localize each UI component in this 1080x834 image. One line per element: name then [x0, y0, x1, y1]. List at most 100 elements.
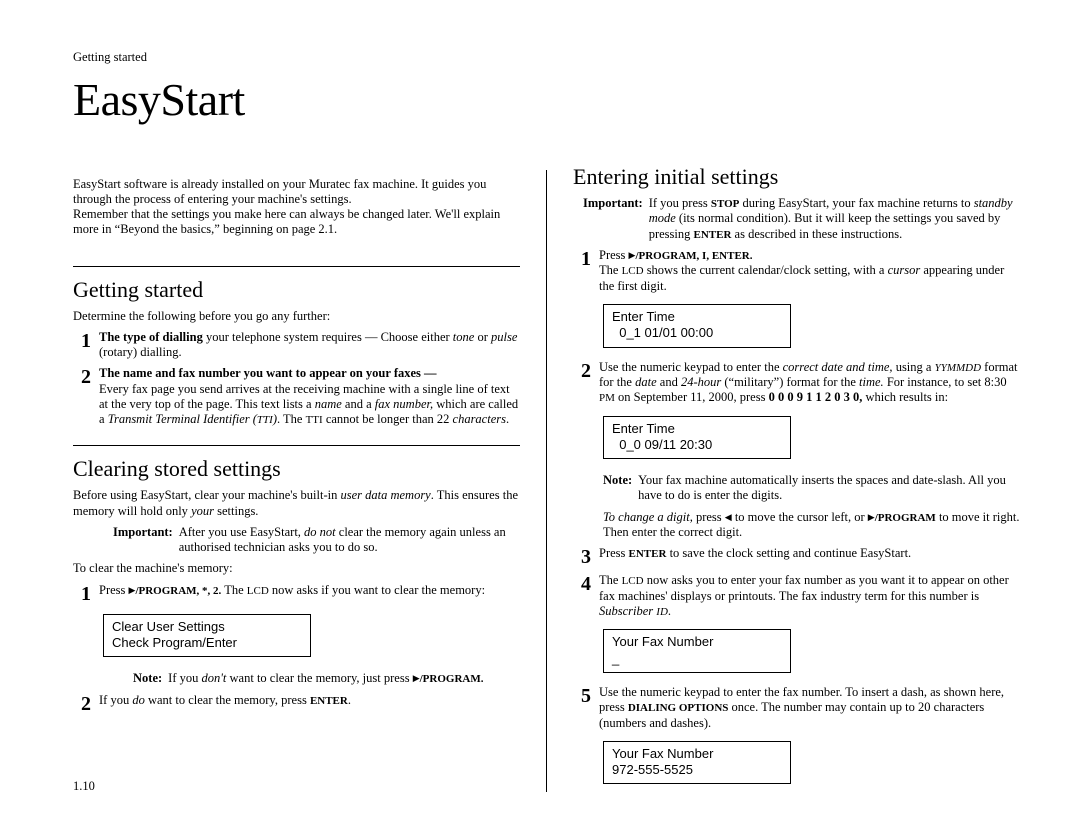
- list-item: 1 Press ▶/PROGRAM, *, 2. The LCD now ask…: [73, 583, 520, 604]
- step-body: Press ▶/PROGRAM, I, ENTER. The LCD shows…: [599, 248, 1020, 294]
- list: 1 Press ▶/PROGRAM, I, ENTER. The LCD sho…: [573, 248, 1020, 294]
- text: on September 11, 2000, press: [615, 390, 769, 404]
- left-column: EasyStart software is already installed …: [73, 164, 520, 792]
- text: If you: [168, 671, 201, 685]
- text: cannot be longer than 22: [323, 412, 453, 426]
- column-divider: [546, 170, 547, 792]
- text: as described in these instructions.: [731, 227, 902, 241]
- step-body: Use the numeric keypad to enter the fax …: [599, 685, 1020, 731]
- text: to save the clock setting and continue E…: [666, 546, 911, 560]
- text: during EasyStart, your fax machine retur…: [739, 196, 973, 210]
- keys: /PROGRAM, *, 2.: [135, 585, 221, 597]
- smallcaps: LCD: [622, 265, 644, 277]
- label: Important:: [583, 196, 643, 242]
- lead: Before using EasyStart, clear your machi…: [73, 488, 520, 519]
- label: Note:: [603, 473, 632, 504]
- italic: name: [315, 397, 342, 411]
- list: 2 If you do want to clear the memory, pr…: [73, 693, 520, 714]
- note: Note: Your fax machine automatically ins…: [603, 473, 1020, 504]
- text: . The: [277, 412, 306, 426]
- bold: The type of dialling: [99, 330, 203, 344]
- italic: 24-hour: [681, 375, 721, 389]
- text: If you: [99, 693, 132, 707]
- italic: fax number,: [375, 397, 433, 411]
- intro-b: Remember that the settings you make here…: [73, 207, 500, 236]
- italic: characters: [453, 412, 506, 426]
- note-body: After you use EasyStart, do not clear th…: [179, 525, 520, 556]
- section-entering: Entering initial settings: [573, 164, 1020, 190]
- smallcaps: LCD: [247, 585, 269, 597]
- text: Press: [599, 546, 629, 560]
- text: .: [506, 412, 509, 426]
- text: The: [599, 573, 622, 587]
- step-body: The LCD now asks you to enter your fax n…: [599, 573, 1020, 619]
- step-body: Press ENTER to save the clock setting an…: [599, 546, 1020, 561]
- lcd-display: Your Fax Number _: [603, 629, 791, 673]
- step-number: 5: [573, 685, 591, 706]
- play-icon: ▶: [413, 673, 420, 683]
- text: which results in:: [862, 390, 948, 404]
- text: Press: [599, 248, 629, 262]
- step-number: 1: [73, 330, 91, 351]
- italic: do not: [304, 525, 336, 539]
- text: Use the numeric keypad to enter the: [599, 360, 783, 374]
- italic: correct date and time,: [783, 360, 893, 374]
- note-body: If you don't want to clear the memory, j…: [168, 671, 483, 686]
- important-note: Important: If you press STOP during Easy…: [583, 196, 1020, 242]
- keys: /PROGRAM: [875, 512, 936, 524]
- smallcaps: ID: [656, 606, 668, 618]
- italic: do: [132, 693, 145, 707]
- list: 1 Press ▶/PROGRAM, *, 2. The LCD now ask…: [73, 583, 520, 604]
- bold: 0 0 0 9 1 1 2 0 3 0,: [769, 390, 863, 404]
- section-getting-started: Getting started: [73, 277, 520, 303]
- important-note: Important: After you use EasyStart, do n…: [113, 525, 520, 556]
- text: and a: [342, 397, 375, 411]
- section-clearing: Clearing stored settings: [73, 456, 520, 482]
- text: For instance, to set 8:30: [884, 375, 1007, 389]
- italic: Subscriber: [599, 604, 656, 618]
- step-body: The type of dialling your telephone syst…: [99, 330, 520, 361]
- text: want to clear the memory, just press: [226, 671, 412, 685]
- text: press: [693, 510, 725, 524]
- list-item: 2 The name and fax number you want to ap…: [73, 366, 520, 427]
- text: If you press: [649, 196, 711, 210]
- text: .: [668, 604, 671, 618]
- rule: [73, 445, 520, 446]
- lcd-display: Clear User Settings Check Program/Enter: [103, 614, 311, 658]
- keys: ENTER: [694, 229, 732, 241]
- list-item: 1 The type of dialling your telephone sy…: [73, 330, 520, 361]
- intro-paragraph: EasyStart software is already installed …: [73, 177, 520, 238]
- italic: your: [191, 504, 214, 518]
- step-body: The name and fax number you want to appe…: [99, 366, 520, 427]
- rule: [73, 266, 520, 267]
- text: (rotary) dialling.: [99, 345, 182, 359]
- keys: /PROGRAM, I, ENTER.: [635, 250, 752, 262]
- text: now asks you to enter your fax number as…: [599, 573, 1009, 602]
- italic: user data memory: [340, 488, 430, 502]
- lead: Determine the following before you go an…: [73, 309, 520, 324]
- italic: don't: [201, 671, 226, 685]
- text: To clear the machine's memory:: [73, 561, 520, 576]
- page-number: 1.10: [73, 779, 95, 794]
- smallcaps: TTI: [306, 414, 323, 426]
- italic: tone: [453, 330, 475, 344]
- smallcaps: LCD: [622, 575, 644, 587]
- text: shows the current calendar/clock setting…: [644, 263, 888, 277]
- step-body: Use the numeric keypad to enter the corr…: [599, 360, 1020, 406]
- step-number: 2: [73, 693, 91, 714]
- lcd-display: Enter Time 0_1 01/01 00:00: [603, 304, 791, 348]
- label: Note:: [133, 671, 162, 686]
- list: 1 The type of dialling your telephone sy…: [73, 330, 520, 428]
- step-body: Press ▶/PROGRAM, *, 2. The LCD now asks …: [99, 583, 520, 598]
- left-icon: ◀: [725, 512, 732, 522]
- right-column: Entering initial settings Important: If …: [573, 164, 1020, 792]
- text: Before using EasyStart, clear your machi…: [73, 488, 340, 502]
- smallcaps: TTI: [257, 414, 273, 426]
- italic: time.: [859, 375, 884, 389]
- text: The: [599, 263, 622, 277]
- text: (“military”) format for the: [721, 375, 859, 389]
- page-title: EasyStart: [73, 73, 1020, 126]
- text: settings.: [214, 504, 258, 518]
- step-number: 2: [73, 366, 91, 387]
- step-number: 1: [73, 583, 91, 604]
